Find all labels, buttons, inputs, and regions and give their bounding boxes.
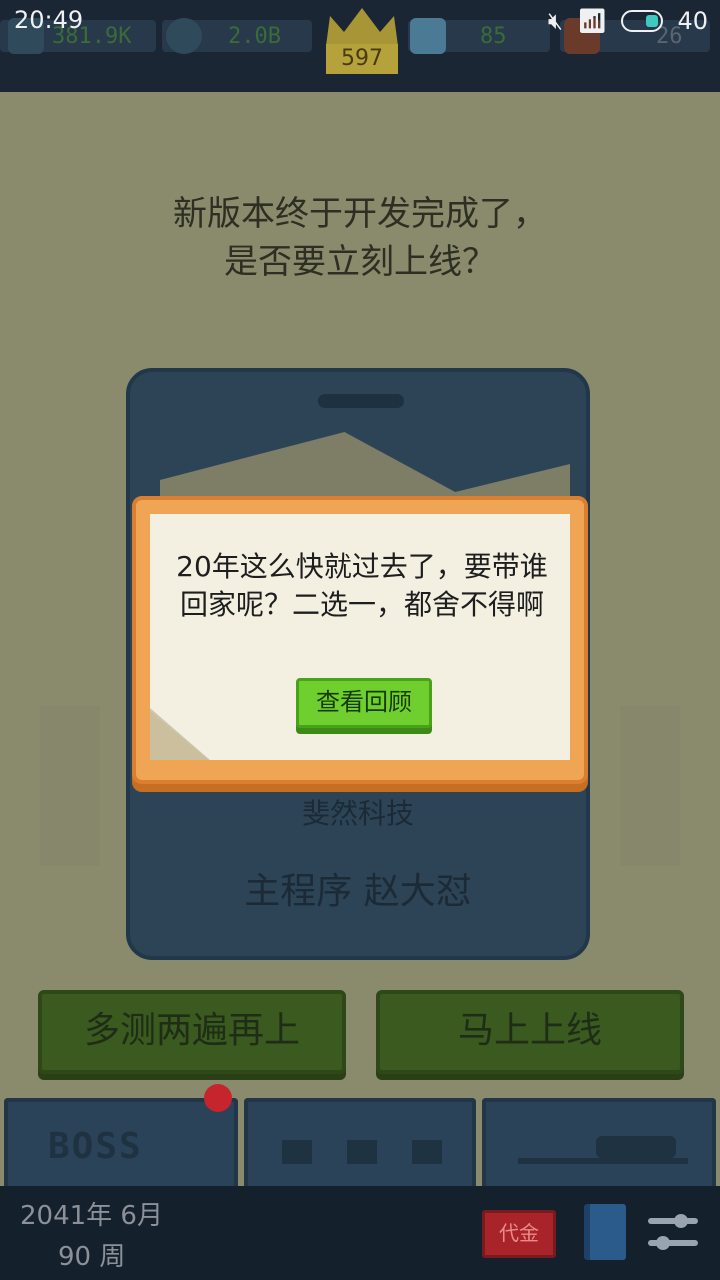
crown-level[interactable]: 597 [322, 6, 402, 74]
footer-bar: 2041年 6月 90 周 代金 [0, 1186, 720, 1280]
car-icon [518, 1136, 688, 1164]
battery-icon [621, 10, 664, 32]
settings-sliders-icon[interactable] [648, 1208, 698, 1256]
tab-boss-label: BOSS [48, 1126, 143, 1167]
staff-resource: 85 [408, 14, 550, 58]
event-question: 新版本终于开发完成了， 是否要立刻上线？ [0, 190, 720, 286]
tab-boss[interactable]: BOSS [4, 1098, 238, 1186]
review-dialog: 20年这么快就过去了，要带谁回家呢？二选一，都舍不得啊 查看回顾 [132, 496, 588, 784]
staff-value: 85 [480, 23, 507, 49]
view-review-button[interactable]: 查看回顾 [296, 678, 432, 728]
clock: 20:49 [14, 6, 84, 34]
tab-staff[interactable] [244, 1098, 476, 1186]
voucher-button[interactable]: 代金 [482, 1210, 556, 1258]
crown-icon [326, 8, 398, 46]
people-icon [282, 1140, 442, 1164]
fans-resource: 2.0B [162, 14, 312, 58]
fans-value: 2.0B [228, 23, 281, 49]
bottom-tabs: BOSS [0, 1090, 720, 1186]
right-decoration [620, 706, 680, 866]
book-icon[interactable] [584, 1204, 626, 1260]
left-decoration [40, 706, 100, 866]
option-test-more-button[interactable]: 多测两遍再上 [38, 990, 346, 1074]
mute-icon: 🔇︎ [547, 7, 563, 35]
game-date: 2041年 6月 [20, 1201, 163, 1231]
game-week: 90 周 [58, 1242, 126, 1272]
battery-level: 40 [677, 7, 708, 35]
question-line-1: 新版本终于开发完成了， [173, 194, 547, 234]
option-release-now-button[interactable]: 马上上线 [376, 990, 684, 1074]
tab-market[interactable] [482, 1098, 716, 1186]
top-bar: 381.9K 2.0B 597 85 26 20:49 🔇︎ 📶︎ 40 [0, 0, 720, 92]
system-indicators: 🔇︎ 📶︎ 40 [548, 6, 708, 36]
wifi-icon: 📶︎ [576, 7, 608, 35]
moneybag-icon [166, 18, 202, 54]
level-value: 597 [326, 44, 398, 74]
notification-dot [204, 1084, 232, 1112]
employee-name: 主程序 赵大怼 [244, 871, 472, 912]
card-slot [318, 394, 404, 408]
face-icon [410, 18, 446, 54]
company-name: 斐然科技 [301, 797, 414, 830]
question-line-2: 是否要立刻上线？ [224, 242, 496, 282]
dialog-message: 20年这么快就过去了，要带谁回家呢？二选一，都舍不得啊 [176, 550, 548, 621]
